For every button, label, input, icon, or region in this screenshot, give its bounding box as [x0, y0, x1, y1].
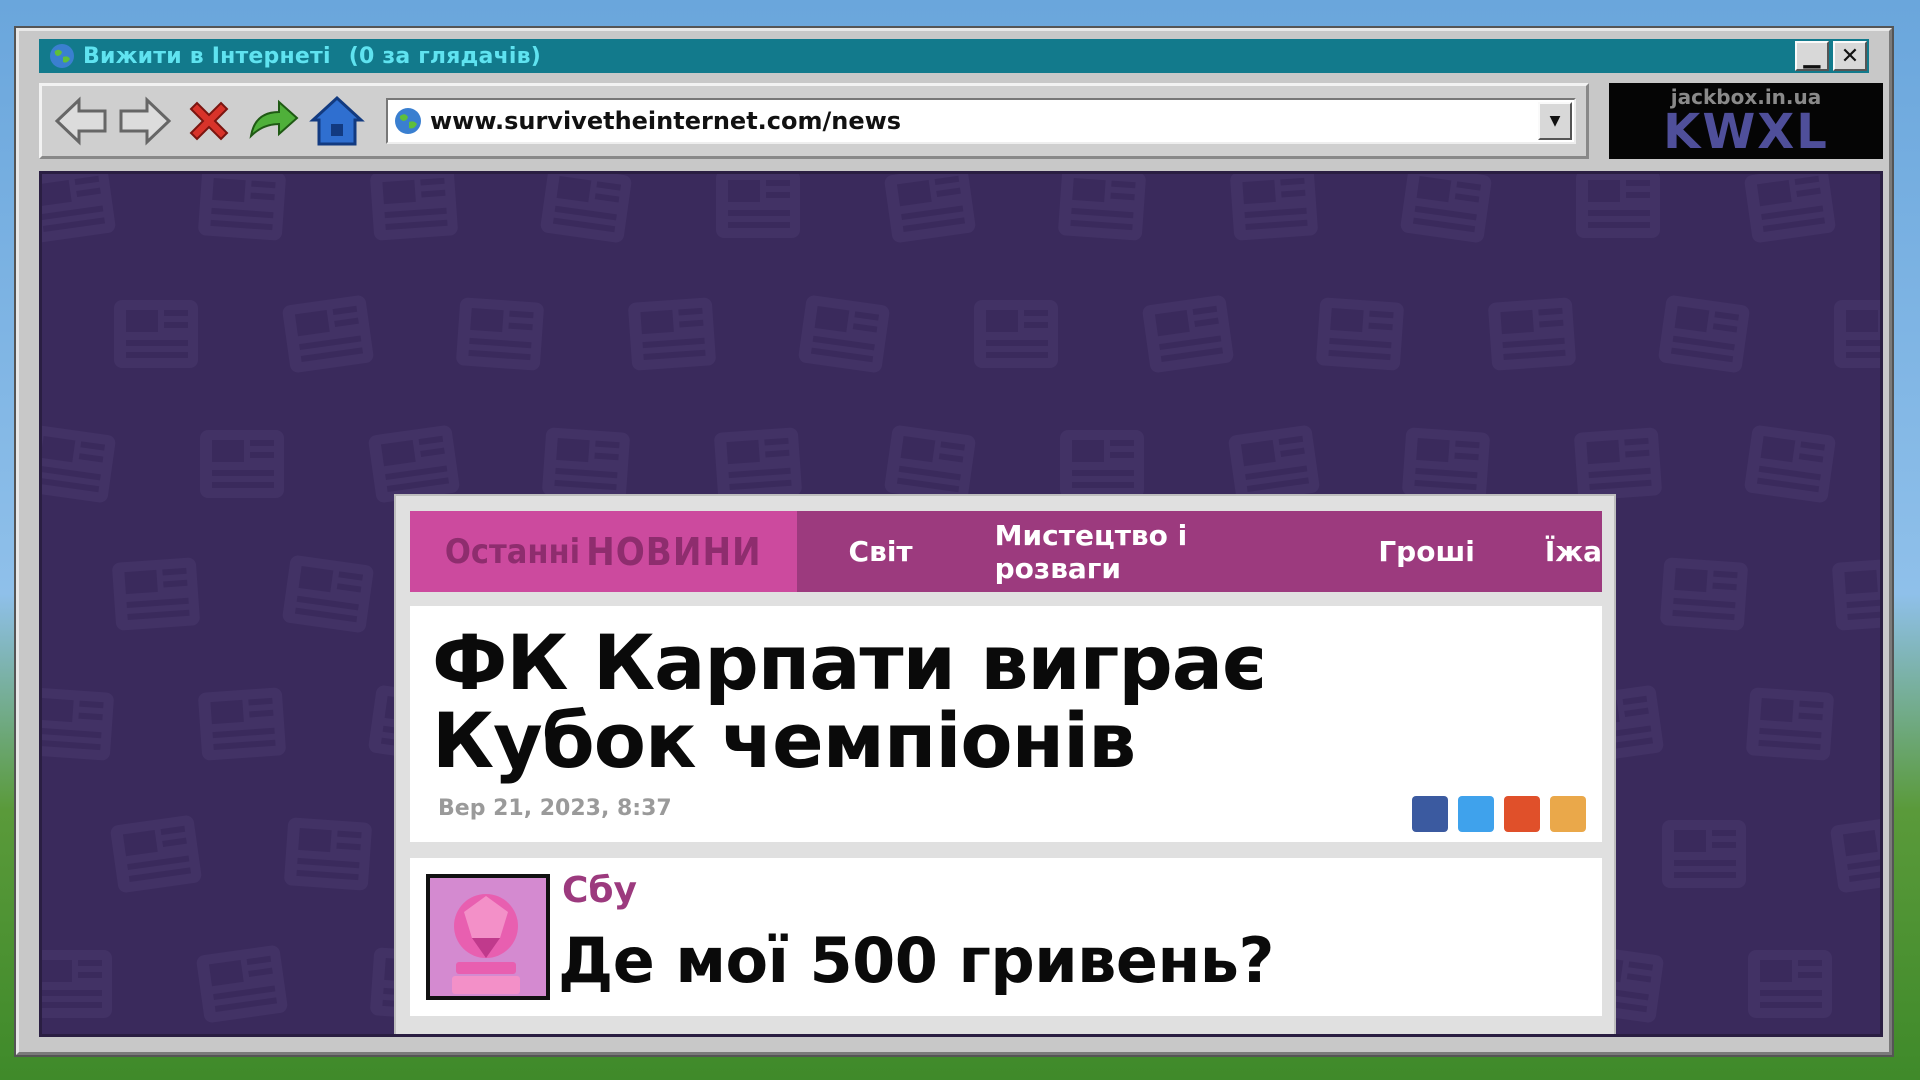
newspaper-bg-icon [1823, 808, 1880, 901]
newspaper-bg-icon [275, 288, 381, 381]
nav-link-world[interactable]: Світ [849, 535, 913, 568]
home-icon [309, 95, 365, 146]
close-icon: ✕ [1840, 43, 1860, 69]
chevron-down-icon: ▼ [1549, 113, 1561, 129]
stop-icon [189, 101, 229, 141]
newspaper-bg-icon [1309, 291, 1410, 378]
nav-link-money[interactable]: Гроші [1378, 535, 1474, 568]
avatar [426, 874, 550, 1000]
back-arrow-icon [54, 96, 107, 146]
newspaper-bg-icon [1828, 294, 1880, 374]
newspaper-bg-icon [1737, 174, 1843, 250]
newspaper-bg-icon [1051, 174, 1152, 247]
newspaper-bg-icon [42, 944, 118, 1024]
newspaper-bg-icon [1651, 288, 1757, 381]
back-button[interactable] [52, 92, 110, 150]
article-headline: ФК Карпати виграє Кубок чемпіонів [432, 618, 1267, 785]
news-navigation: Останні НОВИНИ Світ Мистецтво і розваги … [410, 511, 1602, 592]
newspaper-bg-icon [189, 938, 295, 1031]
share-email-button[interactable] [1550, 796, 1586, 832]
newspaper-bg-icon [877, 174, 983, 250]
article-timestamp: Вер 21, 2023, 8:37 [438, 796, 672, 821]
close-button[interactable]: ✕ [1833, 41, 1867, 71]
news-brand[interactable]: Останні НОВИНИ [410, 511, 797, 592]
refresh-icon [249, 99, 299, 139]
share-twitter-button[interactable] [1458, 796, 1494, 832]
newspaper-bg-icon [1223, 174, 1324, 247]
globe-icon [395, 108, 421, 134]
newspaper-bg-icon [1737, 418, 1843, 511]
viewer-count: (0 за глядачів) [348, 43, 541, 69]
globe-icon [50, 44, 74, 68]
forward-arrow-icon [119, 96, 172, 146]
newspaper-bg-icon [194, 424, 290, 504]
forward-button[interactable] [116, 92, 174, 150]
comment-author: Сбу [562, 870, 638, 911]
newspaper-bg-icon [791, 288, 897, 381]
brand-part-1: Останні [444, 531, 581, 572]
news-article-card: Останні НОВИНИ Світ Мистецтво і розваги … [394, 494, 1616, 1034]
newspaper-bg-icon [1135, 288, 1241, 381]
nav-link-food[interactable]: Їжа [1545, 535, 1602, 568]
newspaper-bg-icon [533, 174, 639, 250]
newspaper-bg-icon [1481, 291, 1582, 378]
brand-part-2: НОВИНИ [586, 529, 762, 574]
newspaper-bg-icon [363, 174, 464, 247]
newspaper-bg-icon [103, 808, 209, 901]
browser-window: Вижити в Інтернеті (0 за глядачів) ▁ ✕ w… [16, 28, 1892, 1055]
headline-section: ФК Карпати виграє Кубок чемпіонів Вер 21… [410, 606, 1602, 842]
comment-text: Де мої 500 гривень? [558, 924, 1274, 997]
newspaper-bg-icon [1742, 944, 1838, 1024]
minimize-button[interactable]: ▁ [1795, 41, 1829, 71]
newspaper-bg-icon [968, 294, 1064, 374]
newspaper-bg-icon [191, 681, 292, 768]
newspaper-bg-icon [1393, 174, 1499, 250]
newspaper-bg-icon [275, 548, 381, 641]
page-viewport: Останні НОВИНИ Світ Мистецтво і розваги … [39, 171, 1883, 1037]
newspaper-bg-icon [191, 174, 292, 247]
newspaper-bg-icon [1739, 681, 1840, 768]
refresh-button[interactable] [244, 92, 302, 150]
newspaper-bg-icon [710, 174, 806, 244]
title-bar: Вижити в Інтернеті (0 за глядачів) ▁ ✕ [39, 39, 1869, 73]
share-reddit-button[interactable] [1504, 796, 1540, 832]
gem-avatar-icon [430, 878, 546, 996]
share-buttons [1412, 796, 1586, 832]
browser-toolbar: www.survivetheinternet.com/news ▼ [39, 83, 1589, 159]
newspaper-bg-icon [621, 291, 722, 378]
newspaper-bg-icon [1653, 551, 1754, 638]
home-button[interactable] [308, 92, 366, 150]
comment-section: Сбу Де мої 500 гривень? [410, 858, 1602, 1016]
room-code-panel: jackbox.in.ua KWXL [1609, 83, 1883, 159]
newspaper-bg-icon [1570, 174, 1666, 244]
newspaper-bg-icon [108, 294, 204, 374]
newspaper-bg-icon [449, 291, 550, 378]
url-text: www.survivetheinternet.com/news [430, 107, 902, 135]
newspaper-bg-icon [105, 551, 206, 638]
newspaper-bg-icon [1054, 424, 1150, 504]
newspaper-bg-icon [277, 811, 378, 898]
newspaper-bg-icon [42, 418, 123, 511]
stop-button[interactable] [180, 92, 238, 150]
newspaper-bg-icon [1656, 814, 1752, 894]
newspaper-bg-icon [1825, 551, 1880, 638]
nav-link-arts[interactable]: Мистецтво і розваги [995, 519, 1321, 585]
address-dropdown-button[interactable]: ▼ [1538, 102, 1572, 140]
newspaper-bg-icon [42, 681, 121, 768]
window-title: Вижити в Інтернеті [83, 43, 331, 69]
newspaper-bg-icon [42, 174, 123, 250]
share-facebook-button[interactable] [1412, 796, 1448, 832]
room-code: KWXL [1663, 104, 1829, 160]
minimize-icon: ▁ [1803, 43, 1821, 69]
address-bar[interactable]: www.survivetheinternet.com/news ▼ [386, 98, 1576, 144]
